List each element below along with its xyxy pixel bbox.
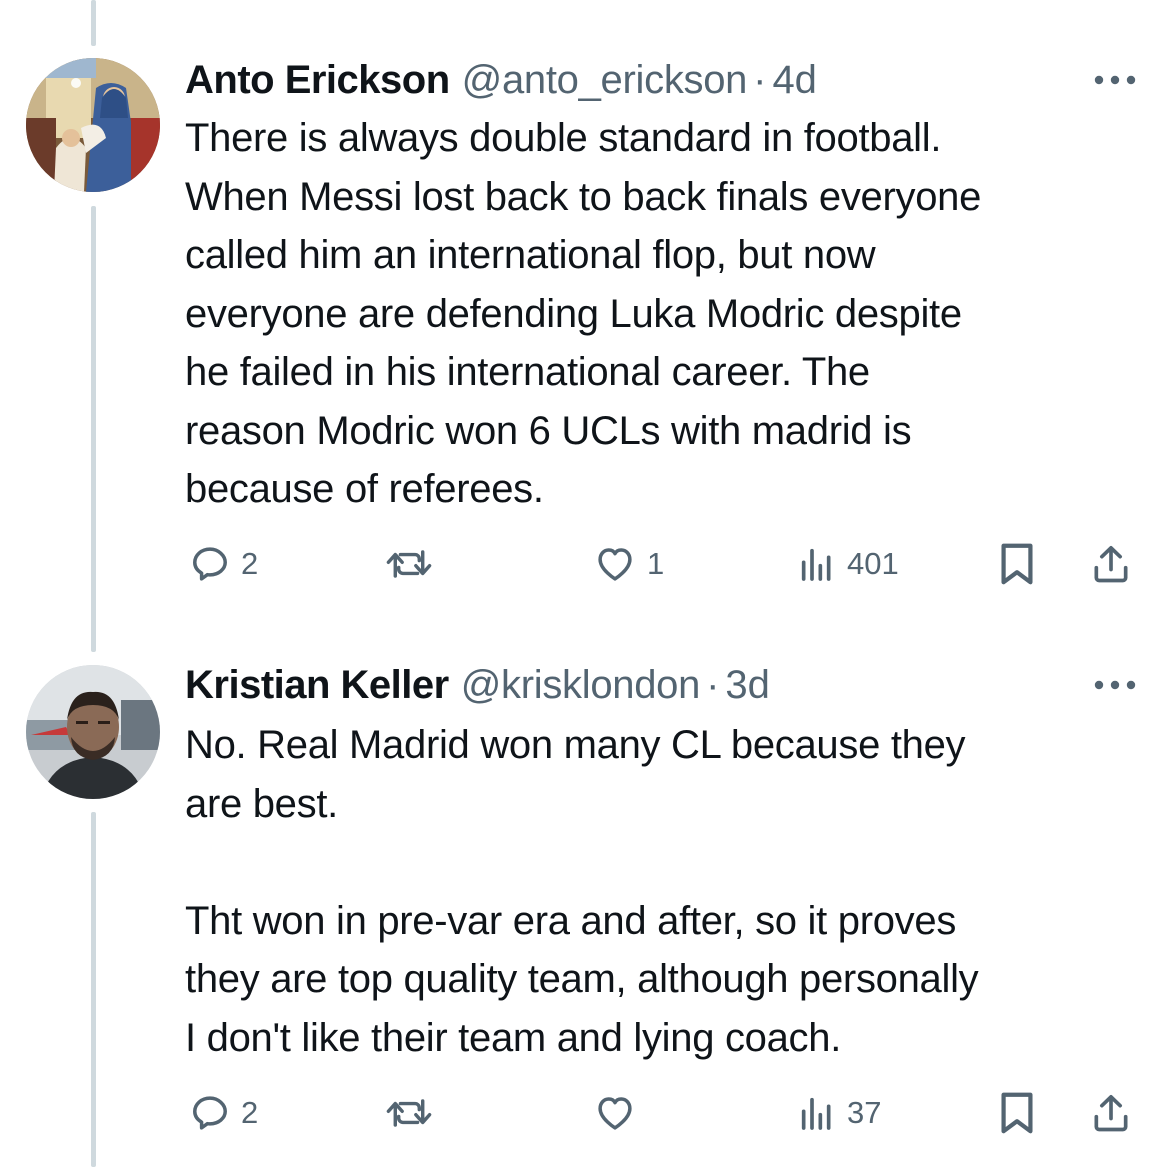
reply-icon [193,547,227,581]
views-button[interactable]: 37 [797,1088,881,1138]
view-count: 401 [847,546,899,581]
retweet-button[interactable] [385,1088,443,1138]
retweet-button[interactable] [385,539,443,589]
tweet-header: Kristian Keller @krisklondon · 3d [185,660,770,710]
reply-icon [193,1096,227,1130]
like-button[interactable] [593,1088,647,1138]
share-icon [1094,546,1128,583]
views-icon [801,1097,831,1130]
bookmark-icon [1001,1092,1033,1134]
heart-icon [598,1097,632,1130]
views-button[interactable]: 401 [797,539,899,589]
action-bar: 2 1 401 [185,539,1135,589]
avatar[interactable] [26,665,160,799]
bookmark-button[interactable] [997,539,1037,589]
avatar[interactable] [26,58,160,192]
action-bar: 2 37 [185,1088,1135,1138]
tweet[interactable]: Kristian Keller @krisklondon · 3d No. Re… [0,660,1170,1167]
retweet-icon [386,1099,432,1127]
heart-icon [598,548,632,581]
share-button[interactable] [1089,539,1133,589]
reply-button[interactable]: 2 [189,539,258,589]
tweet[interactable]: Anto Erickson @anto_erickson · 4d There … [0,55,1170,615]
author-handle[interactable]: @anto_erickson [462,55,748,105]
reply-count: 2 [241,1095,259,1130]
separator: · [706,663,720,707]
author-name[interactable]: Anto Erickson [185,55,450,105]
timestamp[interactable]: 3d [725,660,770,710]
thread-line-top [91,0,96,46]
share-button[interactable] [1089,1088,1133,1138]
author-name[interactable]: Kristian Keller [185,660,449,710]
like-button[interactable]: 1 [593,539,664,589]
views-icon [801,548,831,581]
reply-count: 2 [241,546,259,581]
separator: · [753,58,767,102]
bookmark-icon [1001,543,1033,585]
timestamp[interactable]: 4d [772,55,817,105]
reply-button[interactable]: 2 [189,1088,258,1138]
share-icon [1094,1095,1128,1132]
more-icon[interactable] [1092,678,1138,692]
author-handle[interactable]: @krisklondon [461,660,701,710]
more-icon[interactable] [1092,73,1138,87]
like-count: 1 [647,546,665,581]
tweet-text: No. Real Madrid won many CL because they… [185,723,979,1060]
retweet-icon [386,550,432,578]
tweet-header: Anto Erickson @anto_erickson · 4d [185,55,817,105]
tweet-text: There is always double standard in footb… [185,116,982,511]
view-count: 37 [847,1095,882,1130]
bookmark-button[interactable] [997,1088,1037,1138]
